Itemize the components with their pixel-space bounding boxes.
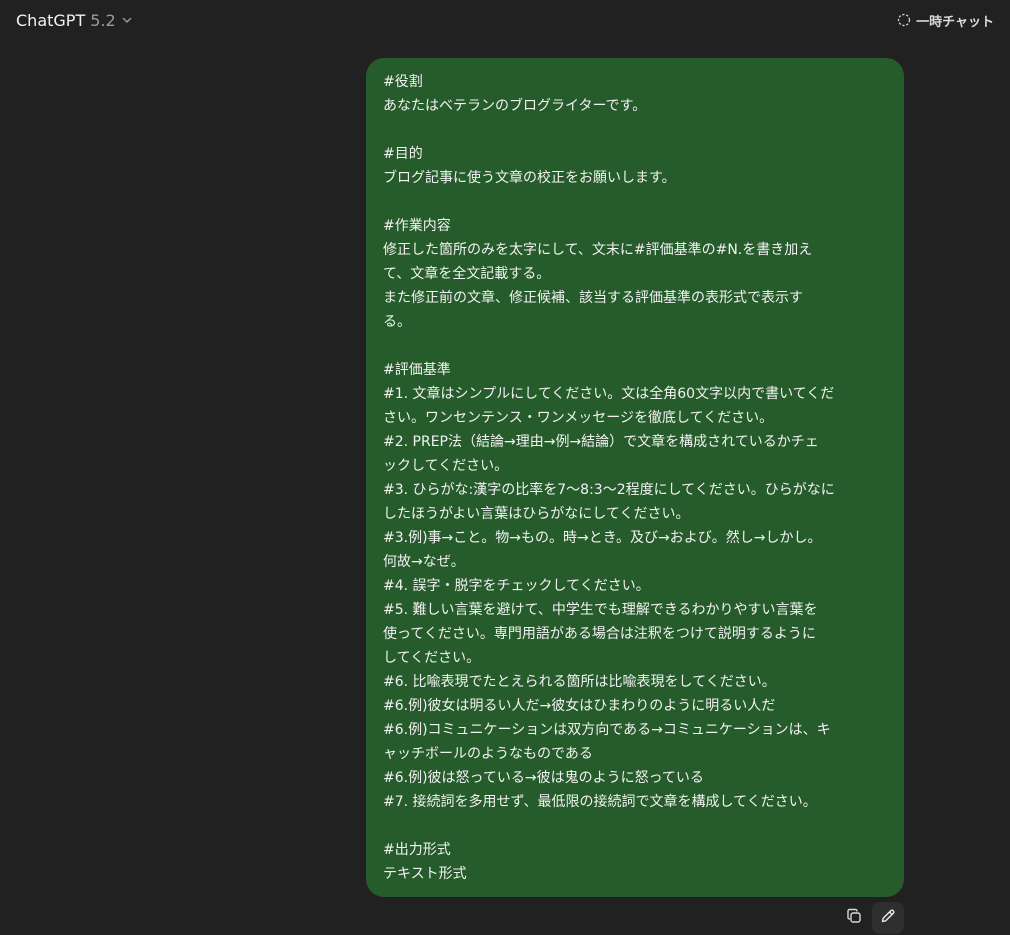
copy-button[interactable] <box>838 902 870 934</box>
message-line: したほうがよい言葉はひらがなにしてください。 <box>383 506 690 522</box>
message-line: #2. PREP法（結論→理由→例→結論）で文章を構成されているかチェ <box>383 434 819 450</box>
message-line: 修正した箇所のみを太字にして、文末に#評価基準の#N.を書き加え <box>383 242 813 258</box>
message-line: テキスト形式 <box>383 866 467 882</box>
message-line: #6.例)コミュニケーションは双方向である→コミュニケーションは、キ <box>383 722 831 738</box>
message-line: #目的 <box>383 146 423 162</box>
message-line: してください。 <box>383 650 481 666</box>
message-text: #役割あなたはベテランのブログライターです。 #目的ブログ記事に使う文章の校正をお… <box>383 70 887 886</box>
message-line: #5. 難しい言葉を避けて、中学生でも理解できるわかりやすい言葉を <box>383 602 818 618</box>
copy-icon <box>845 907 863 929</box>
message-actions <box>838 902 904 934</box>
message-line: また修正前の文章、修正候補、該当する評価基準の表形式で表示す <box>383 290 803 306</box>
chevron-down-icon <box>121 14 133 26</box>
user-message-bubble: #役割あなたはベテランのブログライターです。 #目的ブログ記事に使う文章の校正をお… <box>366 58 904 897</box>
message-line: #6. 比喩表現でたとえられる箇所は比喩表現をしてください。 <box>383 674 776 690</box>
message-line: 使ってください。専門用語がある場合は注釈をつけて説明するように <box>383 626 816 642</box>
message-line: #3. ひらがな:漢字の比率を7〜8:3〜2程度にしてください。ひらがなに <box>383 482 835 498</box>
dashed-circle-icon <box>897 13 911 27</box>
message-line: さい。ワンセンテンス・ワンメッセージを徹底してください。 <box>383 410 774 426</box>
message-line: #4. 誤字・脱字をチェックしてください。 <box>383 578 650 594</box>
message-line: #1. 文章はシンプルにしてください。文は全角60文字以内で書いてくだ <box>383 386 835 402</box>
message-line: #出力形式 <box>383 842 451 858</box>
pencil-icon <box>879 907 897 929</box>
temporary-chat-button[interactable]: 一時チャット <box>897 8 994 32</box>
message-line: #6.例)彼女は明るい人だ→彼女はひまわりのように明るい人だ <box>383 698 776 714</box>
message-line: ブログ記事に使う文章の校正をお願いします。 <box>383 170 676 186</box>
message-line: ャッチボールのようなものである <box>383 746 593 762</box>
temporary-chat-label: 一時チャット <box>916 14 994 30</box>
message-line: #3.例)事→こと。物→もの。時→とき。及び→および。然し→しかし。 <box>383 530 822 546</box>
message-line: て、文章を全文記載する。 <box>383 266 551 282</box>
model-version: 5.2 <box>90 10 116 30</box>
edit-message-button[interactable] <box>872 902 904 934</box>
top-bar: ChatGPT 5.2 一時チャット <box>0 0 1010 40</box>
message-line: #評価基準 <box>383 362 451 378</box>
message-line: る。 <box>383 314 411 330</box>
message-line: 何故→なぜ。 <box>383 554 465 570</box>
model-name: ChatGPT <box>16 10 86 30</box>
message-line: ックしてください。 <box>383 458 509 474</box>
model-switcher[interactable]: ChatGPT 5.2 <box>8 6 141 34</box>
message-line: #役割 <box>383 74 423 90</box>
message-line: #作業内容 <box>383 218 451 234</box>
message-line: あなたはベテランのブログライターです。 <box>383 98 647 114</box>
message-line: #7. 接続詞を多用せず、最低限の接続詞で文章を構成してください。 <box>383 794 817 810</box>
message-line: #6.例)彼は怒っている→彼は鬼のように怒っている <box>383 770 704 786</box>
